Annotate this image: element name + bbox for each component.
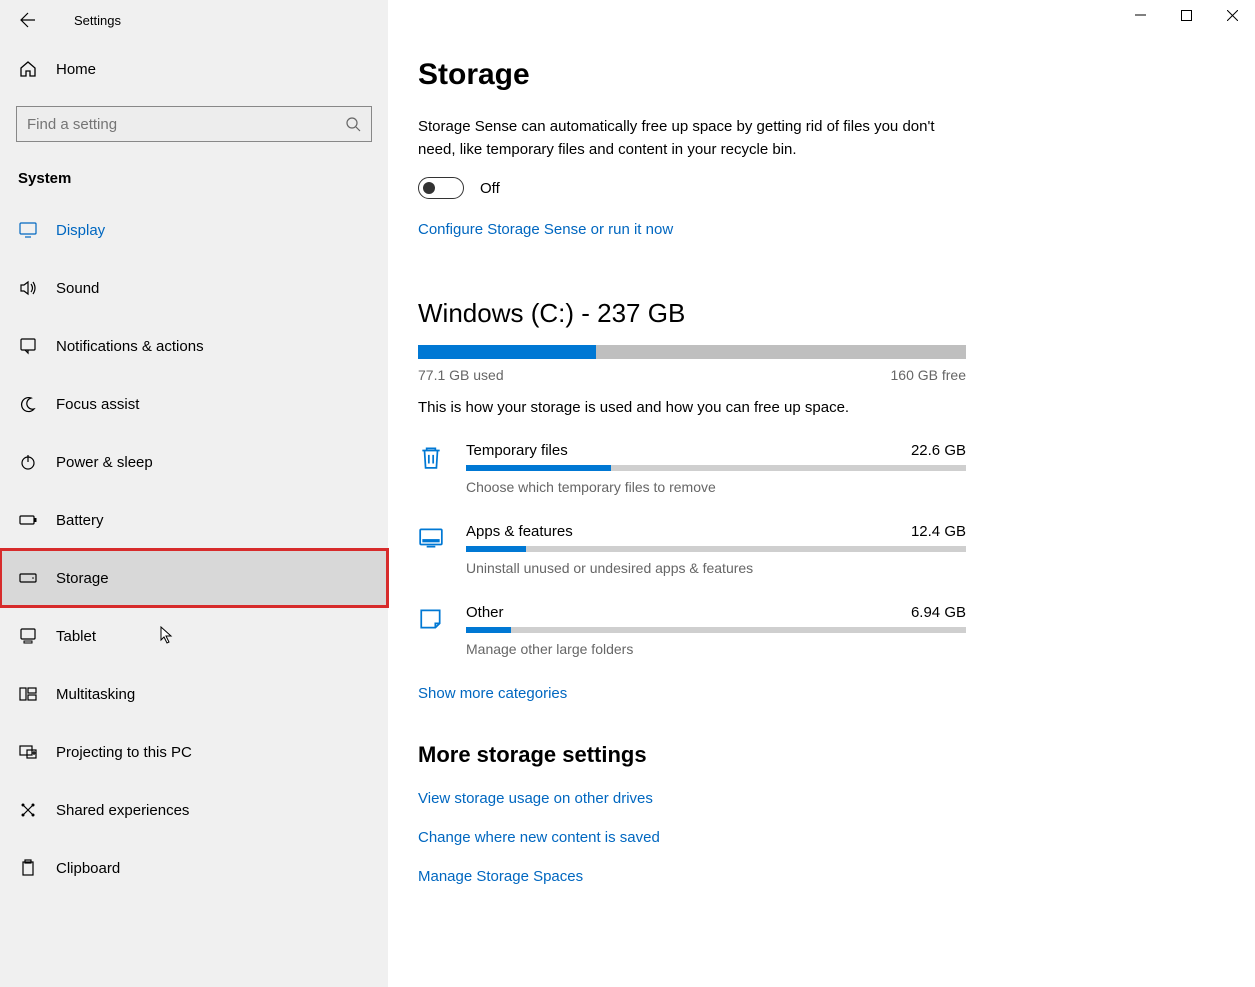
nav-item-label: Display <box>56 222 105 239</box>
sidebar-item-shared-experiences[interactable]: Shared experiences <box>0 781 388 839</box>
close-icon <box>1227 10 1238 21</box>
nav-item-label: Clipboard <box>56 860 120 877</box>
maximize-button[interactable] <box>1163 0 1209 30</box>
shared-icon <box>18 801 38 819</box>
nav-item-label: Battery <box>56 512 104 529</box>
sidebar-item-multitasking[interactable]: Multitasking <box>0 665 388 723</box>
minimize-icon <box>1135 10 1146 21</box>
configure-sense-link[interactable]: Configure Storage Sense or run it now <box>418 221 673 238</box>
storage-sense-toggle-row: Off <box>418 177 1225 199</box>
toggle-label: Off <box>480 180 500 197</box>
trash-icon <box>418 442 466 495</box>
nav-item-label: Notifications & actions <box>56 338 204 355</box>
tablet-icon <box>18 627 38 645</box>
main-content: Storage Storage Sense can automatically … <box>388 0 1255 987</box>
storage-sense-toggle[interactable] <box>418 177 464 199</box>
sidebar: Settings Home System Display Sound Notific… <box>0 0 388 987</box>
sidebar-item-battery[interactable]: Battery <box>0 491 388 549</box>
notifications-icon <box>18 337 38 355</box>
section-label: System <box>18 170 388 187</box>
drive-used-text: 77.1 GB used <box>418 367 504 383</box>
more-storage-heading: More storage settings <box>418 742 1225 768</box>
projecting-icon <box>18 743 38 761</box>
category-bar <box>466 546 966 552</box>
category-subtitle: Choose which temporary files to remove <box>466 479 966 495</box>
nav-item-label: Storage <box>56 570 109 587</box>
category-name: Other <box>466 604 504 621</box>
storage-sense-description: Storage Sense can automatically free up … <box>418 116 938 161</box>
home-nav[interactable]: Home <box>0 40 388 98</box>
category-subtitle: Uninstall unused or undesired apps & fea… <box>466 560 966 576</box>
storage-category-apps-features[interactable]: Apps & features 12.4 GB Uninstall unused o… <box>418 523 966 576</box>
drive-free-text: 160 GB free <box>891 367 967 383</box>
more-link-0[interactable]: View storage usage on other drives <box>418 790 1225 807</box>
sidebar-item-tablet[interactable]: Tablet <box>0 607 388 665</box>
battery-icon <box>18 511 38 529</box>
display-icon <box>18 221 38 239</box>
power-icon <box>18 453 38 471</box>
arrow-left-icon <box>20 12 36 28</box>
sidebar-item-storage[interactable]: Storage <box>0 549 388 607</box>
category-bar <box>466 465 966 471</box>
drive-description: This is how your storage is used and how… <box>418 399 1225 416</box>
drive-usage-fill <box>418 345 596 359</box>
nav-item-label: Tablet <box>56 628 96 645</box>
window-controls <box>1117 0 1255 30</box>
category-bar <box>466 627 966 633</box>
show-more-categories-link[interactable]: Show more categories <box>418 685 567 702</box>
category-size: 22.6 GB <box>911 442 966 459</box>
titlebar-title: Settings <box>74 13 121 28</box>
sidebar-item-focus-assist[interactable]: Focus assist <box>0 375 388 433</box>
drive-stats: 77.1 GB used 160 GB free <box>418 367 966 383</box>
search-input[interactable] <box>27 116 346 133</box>
maximize-icon <box>1181 10 1192 21</box>
clipboard-icon <box>18 859 38 877</box>
search-box[interactable] <box>16 106 372 142</box>
apps-icon <box>418 523 466 576</box>
category-name: Temporary files <box>466 442 568 459</box>
nav-items: Display Sound Notifications & actions Focus… <box>0 201 388 897</box>
storage-category-temporary-files[interactable]: Temporary files 22.6 GB Choose which tempo… <box>418 442 966 495</box>
sound-icon <box>18 279 38 297</box>
sidebar-item-projecting-to-this-pc[interactable]: Projecting to this PC <box>0 723 388 781</box>
minimize-button[interactable] <box>1117 0 1163 30</box>
nav-item-label: Shared experiences <box>56 802 189 819</box>
page-title: Storage <box>418 58 1225 92</box>
sidebar-item-power-sleep[interactable]: Power & sleep <box>0 433 388 491</box>
home-label: Home <box>56 61 96 78</box>
storage-categories: Temporary files 22.6 GB Choose which tempo… <box>418 442 1225 657</box>
sidebar-item-notifications-actions[interactable]: Notifications & actions <box>0 317 388 375</box>
close-button[interactable] <box>1209 0 1255 30</box>
sidebar-item-clipboard[interactable]: Clipboard <box>0 839 388 897</box>
folder-icon <box>418 604 466 657</box>
moon-icon <box>18 395 38 413</box>
category-size: 12.4 GB <box>911 523 966 540</box>
storage-category-other[interactable]: Other 6.94 GB Manage other large folders <box>418 604 966 657</box>
search-icon <box>346 117 361 132</box>
drive-usage-bar <box>418 345 966 359</box>
back-button[interactable] <box>18 10 38 30</box>
storage-icon <box>18 569 38 587</box>
nav-item-label: Multitasking <box>56 686 135 703</box>
nav-item-label: Projecting to this PC <box>56 744 192 761</box>
category-subtitle: Manage other large folders <box>466 641 966 657</box>
more-link-1[interactable]: Change where new content is saved <box>418 829 1225 846</box>
nav-item-label: Focus assist <box>56 396 139 413</box>
category-name: Apps & features <box>466 523 573 540</box>
nav-item-label: Power & sleep <box>56 454 153 471</box>
titlebar: Settings <box>0 0 388 40</box>
home-icon <box>18 60 38 78</box>
category-size: 6.94 GB <box>911 604 966 621</box>
sidebar-item-display[interactable]: Display <box>0 201 388 259</box>
multitasking-icon <box>18 685 38 703</box>
more-links: View storage usage on other drives Change… <box>418 790 1225 885</box>
nav-item-label: Sound <box>56 280 99 297</box>
sidebar-item-sound[interactable]: Sound <box>0 259 388 317</box>
more-link-2[interactable]: Manage Storage Spaces <box>418 868 1225 885</box>
drive-title: Windows (C:) - 237 GB <box>418 298 1225 329</box>
